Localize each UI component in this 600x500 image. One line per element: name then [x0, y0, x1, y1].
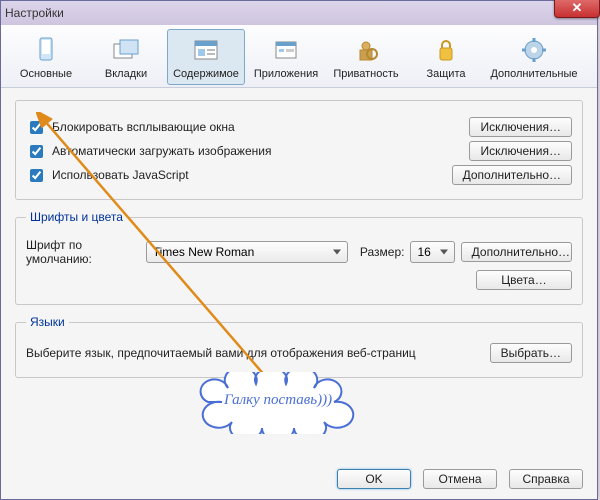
- ok-button[interactable]: OK: [337, 469, 411, 489]
- size-label: Размер:: [360, 245, 405, 259]
- exceptions-popups-button[interactable]: Исключения…: [469, 117, 572, 137]
- load-images-checkbox[interactable]: [30, 145, 43, 158]
- default-font-label: Шрифт по умолчанию:: [26, 238, 140, 266]
- tab-label: Приватность: [330, 68, 402, 80]
- tab-security[interactable]: Защита: [407, 29, 485, 85]
- close-icon: ✕: [572, 0, 583, 16]
- tab-content[interactable]: Содержимое: [167, 29, 245, 85]
- languages-desc: Выберите язык, предпочитаемый вами для о…: [26, 346, 484, 360]
- window-title: Настройки: [5, 6, 64, 20]
- load-images-label: Автоматически загружать изображения: [52, 144, 271, 158]
- size-select-value: 16: [417, 245, 430, 259]
- tab-label: Содержимое: [170, 68, 242, 80]
- languages-group: Языки Выберите язык, предпочитаемый вами…: [15, 315, 583, 378]
- content-icon: [190, 34, 222, 66]
- settings-window: Настройки ✕ Основные Вкладки Содержимое: [0, 0, 598, 500]
- dialog-footer: OK Отмена Справка: [331, 469, 583, 489]
- general-group: Блокировать всплывающие окна Исключения……: [15, 100, 583, 200]
- fonts-legend: Шрифты и цвета: [26, 210, 127, 224]
- lock-icon: [430, 34, 462, 66]
- general-icon: [30, 34, 62, 66]
- colors-button[interactable]: Цвета…: [476, 270, 572, 290]
- tab-privacy[interactable]: Приватность: [327, 29, 405, 85]
- tab-label: Приложения: [250, 68, 322, 80]
- block-popups-checkbox[interactable]: [30, 121, 43, 134]
- tab-tabs[interactable]: Вкладки: [87, 29, 165, 85]
- languages-legend: Языки: [26, 315, 69, 329]
- toolbar: Основные Вкладки Содержимое Приложения П…: [1, 25, 597, 88]
- content-area: Блокировать всплывающие окна Исключения……: [1, 88, 597, 396]
- titlebar: Настройки ✕: [1, 1, 597, 25]
- use-js-label: Использовать JavaScript: [52, 168, 189, 182]
- fonts-group: Шрифты и цвета Шрифт по умолчанию: Times…: [15, 210, 583, 305]
- exceptions-images-button[interactable]: Исключения…: [469, 141, 572, 161]
- tab-advanced[interactable]: Дополнительные: [487, 29, 581, 85]
- privacy-icon: [350, 34, 382, 66]
- font-select[interactable]: Times New Roman: [146, 241, 348, 263]
- gear-icon: [518, 34, 550, 66]
- fonts-advanced-button[interactable]: Дополнительно…: [461, 242, 572, 262]
- tab-label: Дополнительные: [490, 68, 578, 80]
- applications-icon: [270, 34, 302, 66]
- tab-label: Основные: [10, 68, 82, 80]
- block-popups-label: Блокировать всплывающие окна: [52, 120, 235, 134]
- size-select[interactable]: 16: [410, 241, 454, 263]
- use-js-checkbox[interactable]: [30, 169, 43, 182]
- font-select-value: Times New Roman: [153, 245, 255, 259]
- cancel-button[interactable]: Отмена: [423, 469, 497, 489]
- advanced-js-button[interactable]: Дополнительно…: [452, 165, 572, 185]
- help-button[interactable]: Справка: [509, 469, 583, 489]
- tab-applications[interactable]: Приложения: [247, 29, 325, 85]
- tab-label: Защита: [410, 68, 482, 80]
- close-button[interactable]: ✕: [554, 0, 600, 18]
- tab-label: Вкладки: [90, 68, 162, 80]
- tab-general[interactable]: Основные: [7, 29, 85, 85]
- choose-language-button[interactable]: Выбрать…: [490, 343, 572, 363]
- tabs-icon: [110, 34, 142, 66]
